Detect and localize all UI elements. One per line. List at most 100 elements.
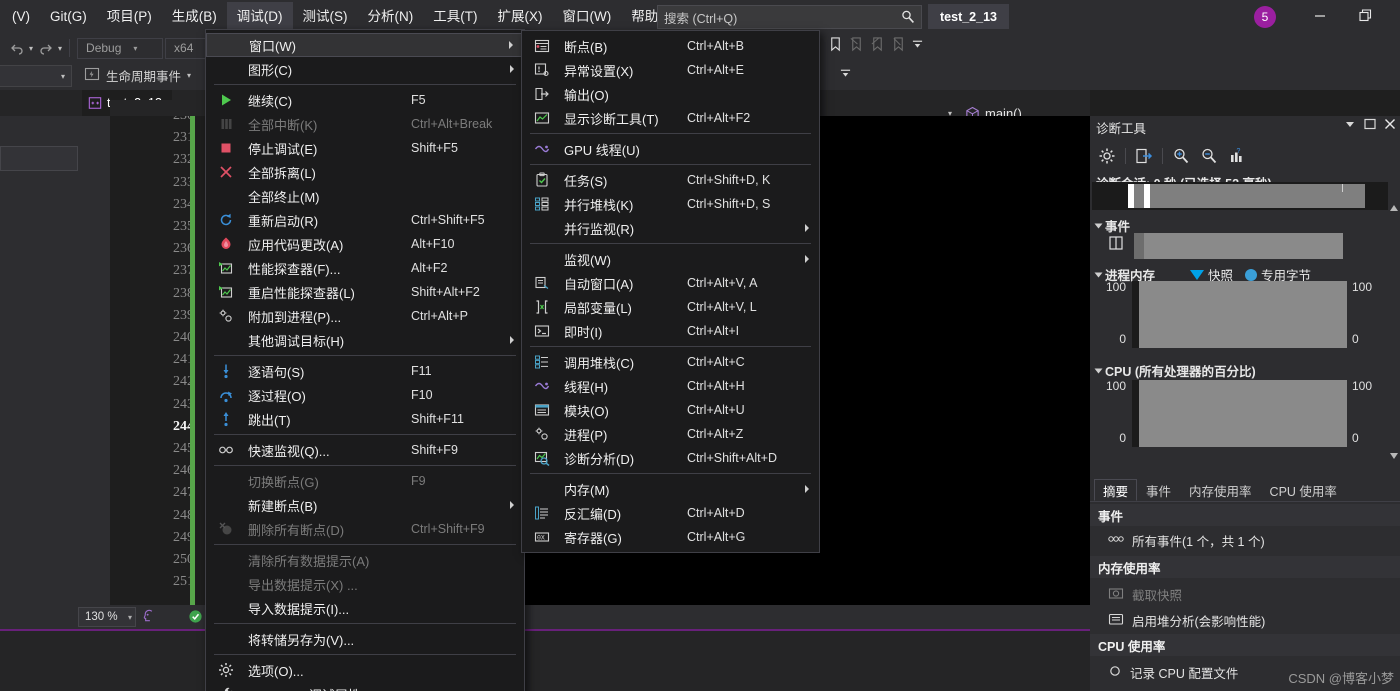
menu-item-s[interactable]: 任务(S) Ctrl+Shift+D, K [522,168,819,192]
menu-item-q[interactable]: 快速监视(Q)... Shift+F9 [206,438,524,462]
diagnostic-tab-0[interactable]: 摘要 [1094,479,1138,501]
diagnostic-bottom-tabs[interactable]: 摘要 事件 内存使用率 CPU 使用率 [1090,478,1400,502]
left-pane-field[interactable] [0,146,78,171]
menu-item-a[interactable]: 自动窗口(A) Ctrl+Alt+V, A [522,271,819,295]
summary-all-events-row[interactable]: 所有事件(1 个，共 1 个) [1090,528,1400,552]
restore-button[interactable] [1344,0,1388,32]
diagnostic-timeline[interactable] [1092,182,1388,210]
menu-item-r[interactable]: 并行监视(R) [522,216,819,240]
menu-item-t[interactable]: 显示诊断工具(T) Ctrl+Alt+F2 [522,106,819,130]
zoom-out-icon[interactable] [1196,144,1222,168]
scroll-down-icon[interactable] [1389,448,1399,459]
toolbar-overflow-icon-2[interactable] [840,66,851,85]
menubar-item-1[interactable]: Git(G) [40,2,97,32]
intellisense-icon[interactable] [142,609,157,629]
menubar-item-4[interactable]: 调试(D) [226,2,293,32]
summary-heap-profiling-row[interactable]: 启用堆分析(会影响性能) [1090,608,1400,632]
menu-item-o[interactable]: 逐过程(O) F10 [206,383,524,407]
undo-dropdown-icon[interactable]: ▾ [29,44,33,53]
notification-badge[interactable]: 5 [1254,6,1276,28]
menubar-item-7[interactable]: 工具(T) [423,2,487,32]
menu-item-i[interactable]: 即时(I) Ctrl+Alt+I [522,319,819,343]
menu-item-g[interactable]: 0X 寄存器(G) Ctrl+Alt+G [522,525,819,549]
menu-item-b[interactable]: 断点(B) Ctrl+Alt+B [522,34,819,58]
menu-item-c[interactable]: 继续(C) F5 [206,88,524,112]
menu-item-c[interactable]: 调用堆栈(C) Ctrl+Alt+C [522,350,819,374]
select-graph-icon[interactable]: ? [1224,144,1250,168]
toolbar-overflow-icon[interactable] [912,37,923,56]
diagnostic-tab-3[interactable]: CPU 使用率 [1261,479,1346,501]
panel-menu-icon[interactable] [1344,118,1356,133]
redo-icon[interactable] [35,37,57,59]
cpu-section-header[interactable]: CPU (所有处理器的百分比) [1094,361,1256,380]
scroll-up-icon[interactable] [1389,200,1399,211]
secondary-combo[interactable]: ▾ [0,65,72,87]
menu-item-v[interactable]: 将转储另存为(V)... [206,627,524,651]
menu-item-i[interactable]: 导入数据提示(I)... [206,596,524,620]
menu-item-l[interactable]: 局部变量(L) Ctrl+Alt+V, L [522,295,819,319]
bookmark-toggle-icon[interactable] [828,36,843,57]
configuration-combo[interactable]: Debug ▾ [77,37,164,59]
zoom-level-combo[interactable]: 130 % ▾ [78,607,136,627]
timeline-marker-start[interactable] [1128,184,1134,208]
menubar-item-9[interactable]: 窗口(W) [553,2,622,32]
menu-item-w[interactable]: 窗口(W) [206,33,524,57]
menu-item-r[interactable]: 重新启动(R) Ctrl+Shift+F5 [206,208,524,232]
export-icon[interactable] [1131,144,1157,168]
expander-icon[interactable] [1094,368,1103,373]
diagnostic-tab-1[interactable]: 事件 [1137,479,1180,501]
timeline-marker-end[interactable] [1144,184,1150,208]
menu-item-w[interactable]: 监视(W) [522,247,819,271]
menu-item-p[interactable]: 进程(P) Ctrl+Alt+Z [522,422,819,446]
menu-item-t[interactable]: 跳出(T) Shift+F11 [206,407,524,431]
redo-dropdown-icon[interactable]: ▾ [58,44,62,53]
project-name-chip[interactable]: test_2_13 [928,4,1009,29]
menu-item-o[interactable]: 选项(O)... [206,658,524,682]
menu-item-d[interactable]: 反汇编(D) Ctrl+Alt+D [522,501,819,525]
lifecycle-events-button[interactable]: 生命周期事件 ▾ [84,66,191,85]
menubar-item-5[interactable]: 测试(S) [293,2,358,32]
menu-item-gpuu[interactable]: GPU 线程(U) [522,137,819,161]
menu-item-p[interactable]: 附加到进程(P)... Ctrl+Alt+P [206,304,524,328]
diagnostic-tab-2[interactable]: 内存使用率 [1180,479,1261,501]
menu-item-h[interactable]: 其他调试目标(H) [206,328,524,352]
search-box[interactable]: 搜索 (Ctrl+Q) [657,5,922,29]
minimize-button[interactable] [1298,0,1342,32]
expander-icon[interactable] [1094,272,1103,277]
events-section-header[interactable]: 事件 [1094,216,1130,235]
menubar-item-3[interactable]: 生成(B) [162,2,227,32]
undo-icon[interactable] [6,37,28,59]
menu-item-e[interactable]: 停止调试(E) Shift+F5 [206,136,524,160]
code-health-ok-icon[interactable] [188,609,203,629]
menu-item-d[interactable]: 诊断分析(D) Ctrl+Shift+Alt+D [522,446,819,470]
window-submenu-panel[interactable]: 断点(B) Ctrl+Alt+B 异常设置(X) Ctrl+Alt+E 输出(O) 显示诊… [521,30,820,553]
menubar-item-0[interactable]: (V) [2,2,40,32]
menu-item-o[interactable]: 模块(O) Ctrl+Alt+U [522,398,819,422]
menu-item-a[interactable]: 应用代码更改(A) Alt+F10 [206,232,524,256]
menu-item-l[interactable]: 重启性能探查器(L) Shift+Alt+F2 [206,280,524,304]
zoom-in-icon[interactable] [1168,144,1194,168]
menu-item-m[interactable]: 全部终止(M) [206,184,524,208]
expander-icon[interactable] [1094,223,1103,228]
menubar-item-8[interactable]: 扩展(X) [488,2,553,32]
menu-item-m[interactable]: 内存(M) [522,477,819,501]
menu-item-c[interactable]: 图形(C) [206,57,524,81]
menubar-item-2[interactable]: 项目(P) [97,2,162,32]
menu-item-o[interactable]: 输出(O) [522,82,819,106]
lifecycle-dropdown-icon[interactable]: ▾ [187,71,191,80]
menu-item-x[interactable]: 异常设置(X) Ctrl+Alt+E [522,58,819,82]
settings-gear-icon[interactable] [1094,144,1120,168]
output-pane[interactable] [0,631,1090,691]
panel-maximize-icon[interactable] [1364,118,1376,133]
close-icon[interactable] [1384,118,1396,133]
debug-menu-panel[interactable]: 窗口(W) 图形(C) 继续(C) F5 全部中断(K) Ctrl+Alt+Break 停止… [205,29,525,691]
search-input-placeholder[interactable]: 搜索 (Ctrl+Q) [664,8,901,27]
menu-item-s[interactable]: 逐语句(S) F11 [206,359,524,383]
menu-item-l[interactable]: 全部拆离(L) [206,160,524,184]
menu-item-k[interactable]: 并行堆栈(K) Ctrl+Shift+D, S [522,192,819,216]
menu-item-test_2_13[interactable]: test_2_13 调试属性 [206,682,524,691]
menu-item-h[interactable]: 线程(H) Ctrl+Alt+H [522,374,819,398]
menubar-item-6[interactable]: 分析(N) [358,2,424,32]
menu-item-b[interactable]: 新建断点(B) [206,493,524,517]
menu-item-f[interactable]: 性能探查器(F)... Alt+F2 [206,256,524,280]
